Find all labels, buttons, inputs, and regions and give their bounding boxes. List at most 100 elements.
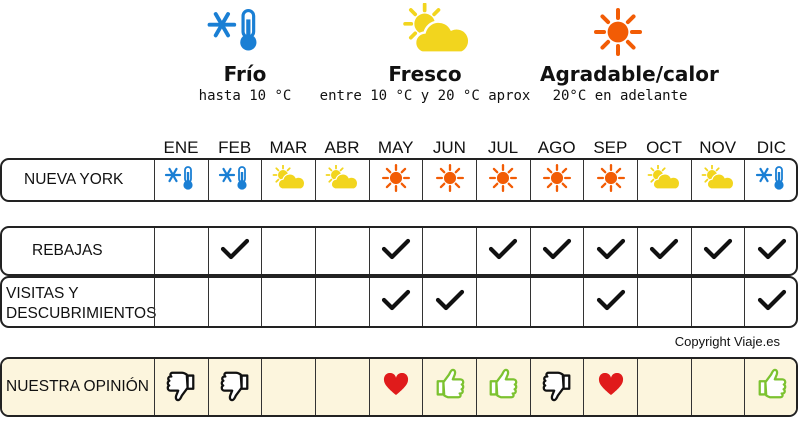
opinion-label-text: NUESTRA OPINIÓN [6, 377, 149, 395]
cell-nov [690, 278, 745, 326]
month-label-jun: JUN [432, 138, 466, 157]
cell-feb [207, 278, 262, 326]
sun-cloud-icon [701, 164, 735, 196]
cell-oct [637, 278, 691, 326]
visits-label-line2: DESCUBRIMIENTOS [6, 305, 157, 323]
cell-nov [690, 160, 745, 200]
cell-sep [583, 228, 637, 274]
cell-ene [154, 228, 208, 274]
legend-cool-title: Fresco [388, 62, 462, 86]
cell-nov [690, 359, 745, 415]
cell-abr [315, 160, 369, 200]
check-icon [596, 289, 626, 316]
opinion-row: NUESTRA OPINIÓN [0, 357, 798, 417]
copyright-text: Copyright Viaje.es [674, 334, 780, 349]
cell-abr [315, 228, 369, 274]
sun-cloud-icon [325, 164, 359, 196]
thumbs-up-icon [486, 368, 520, 407]
cell-ene [154, 278, 208, 326]
sun-icon [489, 163, 518, 197]
visits-label: VISITAS Y DESCUBRIMIENTOS [2, 278, 156, 326]
cell-oct [637, 160, 691, 200]
month-label-oct: OCT [646, 138, 682, 157]
cold-thermometer-icon [755, 165, 789, 196]
month-label-nov: NOV [699, 138, 737, 157]
cell-jun [422, 278, 476, 326]
month-label-sep: SEP [593, 138, 628, 157]
sun-icon [435, 163, 464, 197]
cell-mar [261, 228, 315, 274]
cell-dic [744, 278, 796, 326]
city-label-text: NUEVA YORK [24, 170, 124, 188]
cell-may [368, 228, 423, 274]
sun-icon [382, 163, 410, 197]
check-icon [757, 289, 787, 316]
month-label-may: MAY [377, 138, 414, 157]
check-icon [649, 238, 679, 265]
sales-label: REBAJAS [2, 228, 156, 274]
cell-jun [422, 359, 476, 415]
check-icon [435, 289, 465, 316]
cell-ago [529, 228, 584, 274]
cell-may [368, 359, 423, 415]
thumbs-down-icon [218, 368, 252, 407]
sun-cloud-icon [272, 164, 306, 196]
cell-mar [261, 160, 315, 200]
cell-dic [744, 160, 796, 200]
cell-ago [529, 278, 584, 326]
cell-oct [637, 228, 691, 274]
cell-jul [476, 160, 530, 200]
cell-sep [583, 278, 637, 326]
visits-label-line1: VISITAS Y [6, 285, 79, 302]
month-label-abr: ABR [324, 138, 360, 157]
sales-row: REBAJAS [0, 226, 798, 276]
cell-feb [207, 359, 262, 415]
cell-sep [583, 160, 637, 200]
cell-ene [154, 359, 208, 415]
cell-jul [476, 228, 530, 274]
cell-abr [315, 359, 369, 415]
legend-warm-subtitle: 20°C en adelante [552, 88, 688, 104]
sun-icon [543, 163, 572, 197]
weather-row: NUEVA YORK [0, 158, 798, 202]
cell-dic [744, 228, 796, 274]
cell-may [368, 160, 423, 200]
cell-jun [422, 160, 476, 200]
cell-ago [529, 359, 584, 415]
city-label: NUEVA YORK [2, 160, 156, 200]
month-label-jul: JUL [487, 138, 519, 157]
sun-cloud-icon [647, 164, 681, 196]
check-icon [703, 238, 733, 265]
legend-cool-subtitle: entre 10 °C y 20 °C aprox [319, 88, 531, 104]
month-label-feb: FEB [218, 138, 252, 157]
check-icon [381, 289, 411, 316]
cell-may [368, 278, 423, 326]
sun-icon [596, 163, 625, 197]
legend-cold-title: Frío [223, 62, 267, 86]
opinion-label: NUESTRA OPINIÓN [2, 359, 156, 415]
legend-warm-icon [594, 8, 644, 58]
thumbs-down-icon [164, 368, 198, 407]
cell-mar [261, 359, 315, 415]
check-icon [488, 238, 518, 265]
cell-feb [207, 228, 262, 274]
month-label-ago: AGO [537, 138, 576, 157]
cell-jul [476, 359, 530, 415]
check-icon [220, 238, 250, 265]
legend-cold-icon [206, 5, 266, 57]
cold-thermometer-icon [164, 165, 198, 196]
cell-oct [637, 359, 691, 415]
cell-jul [476, 278, 530, 326]
check-icon [596, 238, 626, 265]
cell-abr [315, 278, 369, 326]
check-icon [381, 238, 411, 265]
cell-ago [529, 160, 584, 200]
month-label-mar: MAR [269, 138, 308, 157]
sales-label-text: REBAJAS [32, 241, 103, 259]
cell-nov [690, 228, 745, 274]
cold-thermometer-icon [218, 165, 252, 196]
cell-dic [744, 359, 796, 415]
thumbs-down-icon [540, 368, 574, 407]
month-label-ene: ENE [163, 138, 199, 157]
legend-cool-icon [402, 2, 472, 58]
